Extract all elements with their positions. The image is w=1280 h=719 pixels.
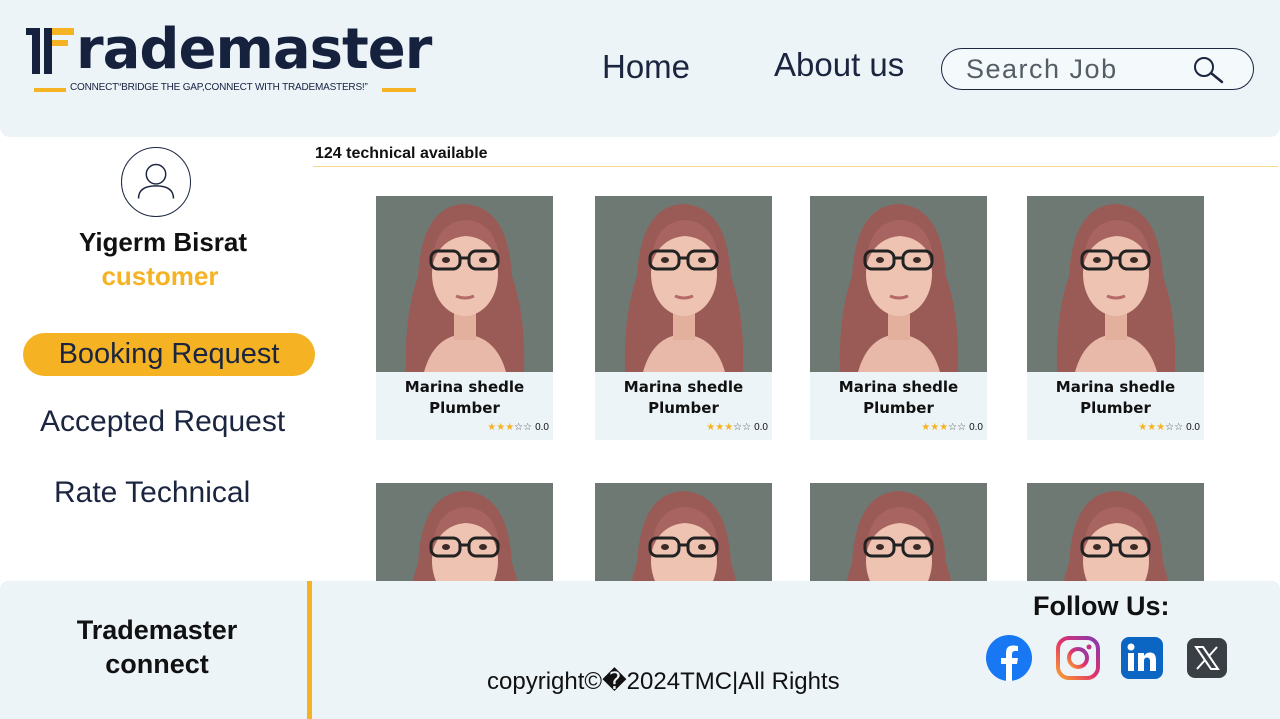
technician-card[interactable]: ★★★☆☆ <box>1027 483 1204 581</box>
technician-rating: ★★★☆☆ 0.0 <box>487 422 549 433</box>
technician-photo <box>810 196 987 372</box>
rating-stars-icon: ★★★☆☆ <box>487 422 533 433</box>
follow-us-heading: Follow Us: <box>1033 591 1170 621</box>
technician-card[interactable]: Marina shedle Plumber ★★★☆☆ 0.0 <box>376 196 553 440</box>
technician-name: Marina shedle <box>1055 378 1176 396</box>
portrait-image <box>595 196 772 372</box>
technician-photo <box>1027 483 1204 581</box>
portrait-image <box>595 483 772 581</box>
technician-rating: ★★★☆☆ 0.0 <box>706 422 768 433</box>
portrait-image <box>1027 483 1204 581</box>
rating-stars-icon: ★★★☆☆ <box>1138 422 1184 433</box>
technician-grid: Marina shedle Plumber ★★★☆☆ 0.0 Marina shed… <box>0 0 1280 581</box>
technician-card[interactable]: ★★★☆☆ <box>376 483 553 581</box>
technician-photo <box>376 483 553 581</box>
rating-stars-icon: ★★★☆☆ <box>921 422 967 433</box>
instagram-icon[interactable] <box>1055 635 1101 681</box>
portrait-image <box>376 196 553 372</box>
footer-brand-line1: Trademaster <box>76 615 238 645</box>
footer-brand-line2: connect <box>105 649 209 679</box>
rating-value: 0.0 <box>1186 422 1200 433</box>
technician-rating: ★★★☆☆ 0.0 <box>921 422 983 433</box>
technician-trade: Plumber <box>1080 399 1151 417</box>
portrait-image <box>810 483 987 581</box>
technician-trade: Plumber <box>648 399 719 417</box>
facebook-icon[interactable] <box>986 635 1032 681</box>
x-icon[interactable] <box>1184 635 1230 681</box>
footer-brand: Trademaster connect <box>50 613 264 681</box>
linkedin-icon[interactable] <box>1119 635 1165 681</box>
technician-photo <box>376 196 553 372</box>
technician-name: Marina shedle <box>838 378 959 396</box>
rating-value: 0.0 <box>535 422 549 433</box>
technician-card[interactable]: Marina shedle Plumber ★★★☆☆ 0.0 <box>1027 196 1204 440</box>
technician-photo <box>595 483 772 581</box>
copyright-text: copyright©�2024TMC|All Rights <box>487 668 840 695</box>
technician-name: Marina shedle <box>623 378 744 396</box>
technician-rating: ★★★☆☆ 0.0 <box>1138 422 1200 433</box>
rating-value: 0.0 <box>754 422 768 433</box>
technician-photo <box>810 483 987 581</box>
footer-divider <box>307 581 312 719</box>
technician-trade: Plumber <box>863 399 934 417</box>
technician-card[interactable]: Marina shedle Plumber ★★★☆☆ 0.0 <box>595 196 772 440</box>
rating-stars-icon: ★★★☆☆ <box>706 422 752 433</box>
portrait-image <box>810 196 987 372</box>
site-footer: Trademaster connect copyright©�2024TMC|A… <box>0 581 1280 719</box>
technician-name: Marina shedle <box>404 378 525 396</box>
rating-value: 0.0 <box>969 422 983 433</box>
technician-card[interactable]: ★★★☆☆ <box>810 483 987 581</box>
technician-trade: Plumber <box>429 399 500 417</box>
technician-card[interactable]: ★★★☆☆ <box>595 483 772 581</box>
technician-card[interactable]: Marina shedle Plumber ★★★☆☆ 0.0 <box>810 196 987 440</box>
portrait-image <box>1027 196 1204 372</box>
technician-photo <box>1027 196 1204 372</box>
portrait-image <box>376 483 553 581</box>
technician-photo <box>595 196 772 372</box>
